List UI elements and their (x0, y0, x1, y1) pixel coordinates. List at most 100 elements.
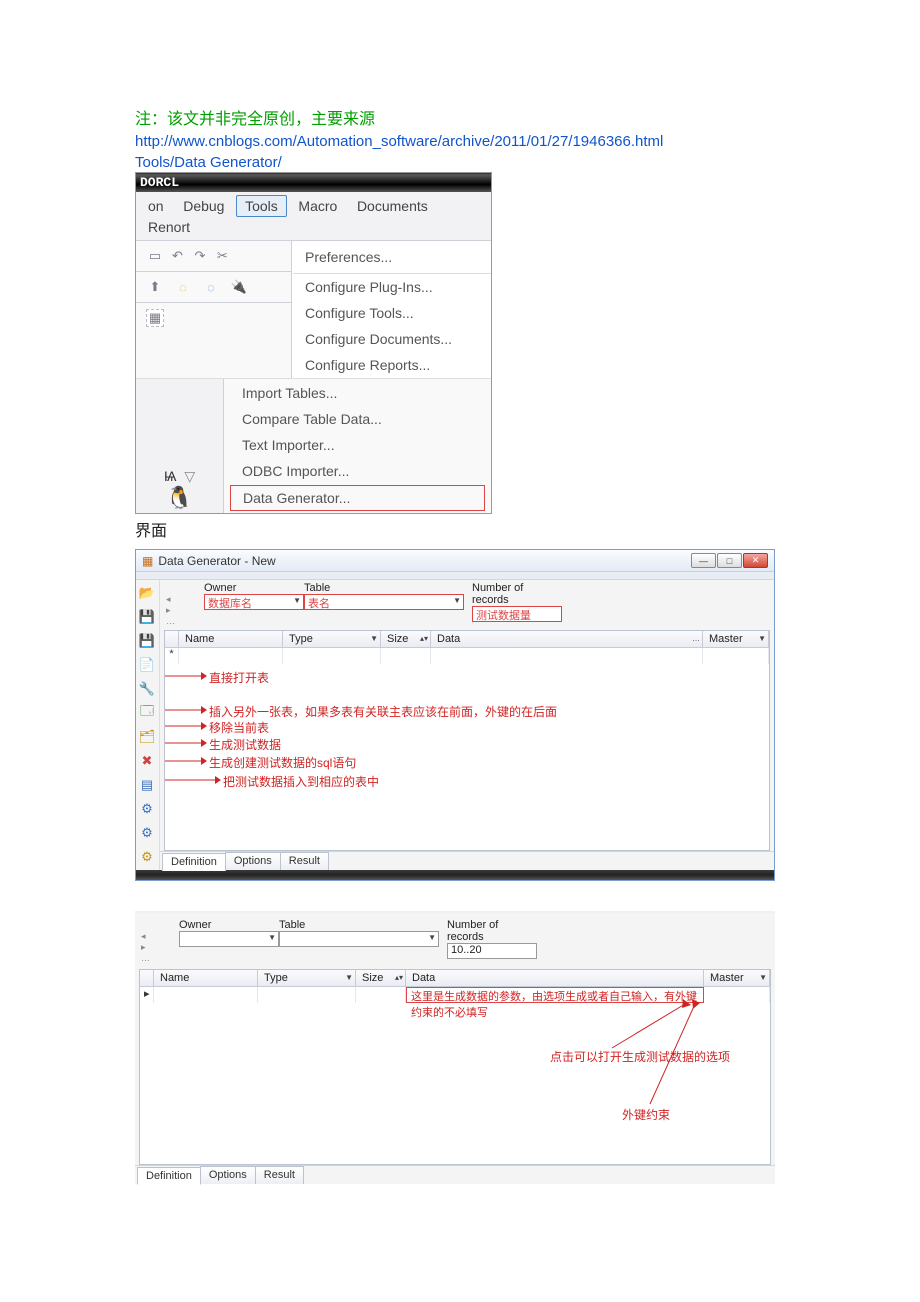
nav-left-icon[interactable]: ◂ (166, 594, 184, 605)
menu-macro[interactable]: Macro (290, 196, 345, 216)
menu-data-generator[interactable]: Data Generator... (230, 485, 485, 511)
cell-size[interactable] (381, 648, 431, 664)
tab-definition[interactable]: Definition (137, 1167, 201, 1185)
cell-data[interactable] (431, 648, 703, 664)
remove-table-icon[interactable]: ✖ (138, 752, 156, 770)
menu-configure-documents[interactable]: Configure Documents... (293, 326, 491, 352)
nav-more-icon[interactable]: … (141, 953, 159, 963)
window-title: Data Generator - New (158, 554, 686, 568)
cell-master[interactable] (704, 987, 770, 1003)
add-table-icon[interactable]: 🗂 (138, 728, 156, 746)
cell-type[interactable] (258, 987, 356, 1003)
insert-data-icon[interactable]: ⚙ (138, 824, 156, 842)
tab-options[interactable]: Options (200, 1166, 256, 1184)
close-button[interactable]: ✕ (743, 553, 768, 568)
table-select[interactable]: 表名▼ (304, 594, 464, 610)
annot-generate-sql: 生成创建测试数据的sql语句 (209, 754, 356, 771)
data-generator-window: ▦ Data Generator - New — □ ✕ 📂 💾 💾 📄 🔧 🗔… (135, 549, 775, 881)
menu-compare-table-data[interactable]: Compare Table Data... (230, 407, 485, 431)
qq-penguin-icon: 🐧 (166, 485, 193, 511)
menu-report[interactable]: Renort (140, 217, 198, 237)
col-size: Size▴▾ (356, 970, 406, 986)
status-bar (136, 870, 774, 880)
tab-definition[interactable]: Definition (162, 853, 226, 871)
nav-right-icon[interactable]: ▸ (166, 605, 184, 616)
num-records-label: Number of records (472, 582, 562, 606)
new-file-icon[interactable]: ▭ (146, 247, 164, 265)
filter-icon[interactable]: ▽ (184, 468, 195, 485)
tools-dropdown: Preferences... Configure Plug-Ins... Con… (292, 241, 491, 378)
redo-icon[interactable]: ↷ (191, 247, 209, 265)
document-icon[interactable]: 📄 (138, 656, 156, 674)
minimize-button[interactable]: — (691, 553, 716, 568)
wrench-icon[interactable]: 🔧 (138, 680, 156, 698)
tab-result[interactable]: Result (280, 852, 329, 870)
save-icon[interactable]: 💾 (138, 608, 156, 626)
run-icon[interactable]: ⚙ (138, 848, 156, 866)
maximize-button[interactable]: □ (717, 553, 742, 568)
sql-icon[interactable]: ◌ (202, 278, 220, 296)
nav-left-icon[interactable]: ◂ (141, 931, 159, 942)
interface-label: 界面 (135, 517, 785, 541)
columns-grid[interactable]: Name Type▼ Size▴▾ Data Master▼ ▸ 这里是生成数据… (139, 969, 771, 1165)
columns-grid[interactable]: Name Type▼ Size▴▾ Data… Master▼ * (164, 630, 770, 851)
menu-debug[interactable]: Debug (175, 196, 232, 216)
menu-odbc-importer[interactable]: ODBC Importer... (230, 459, 485, 483)
menu-documents[interactable]: Documents (349, 196, 436, 216)
annot-insert-table: 插入另外一张表，如果多表有关联主表应该在前面，外键的在后面 (209, 703, 557, 720)
chevron-down-icon: ▼ (293, 596, 301, 605)
open-icon[interactable]: 📂 (138, 584, 156, 602)
plug-icon[interactable]: 🔌 (230, 278, 248, 296)
cut-icon[interactable]: ✂ (213, 247, 231, 265)
nav-more-icon[interactable]: … (166, 616, 184, 626)
num-records-input[interactable]: 10..20 (447, 943, 537, 959)
selector-row: ◂ ▸ … Owner 数据库名▼ Table 表名▼ (160, 580, 774, 628)
cell-type[interactable] (283, 648, 381, 664)
col-type: Type▼ (283, 631, 381, 647)
row-marker (165, 631, 179, 647)
menu-import-tables[interactable]: Import Tables... (230, 381, 485, 405)
search-icon[interactable]: Ѩ (164, 468, 177, 485)
toolbar-left: ▭ ↶ ↷ ✂ ⬆ ◌ ◌ 🔌 ▦ (136, 241, 292, 378)
owner-select[interactable]: ▼ (179, 931, 279, 947)
menu-bar[interactable]: on Debug Tools Macro Documents Renort (136, 192, 491, 241)
export-icon[interactable]: ⬆ (146, 278, 164, 296)
cell-name[interactable] (179, 648, 283, 664)
menu-configure-reports[interactable]: Configure Reports... (293, 352, 491, 378)
sidebar-toolbar: 📂 💾 💾 📄 🔧 🗔 🗂 ✖ ▤ ⚙ ⚙ ⚙ (136, 580, 160, 870)
col-name: Name (179, 631, 283, 647)
grid-header: Name Type▼ Size▴▾ Data Master▼ (140, 970, 770, 987)
tab-result[interactable]: Result (255, 1166, 304, 1184)
menu-configure-tools[interactable]: Configure Tools... (293, 300, 491, 326)
menu-tools[interactable]: Tools (236, 195, 287, 217)
tab-bar: Definition Options Result (160, 851, 774, 870)
grid-header: Name Type▼ Size▴▾ Data… Master▼ (165, 631, 769, 648)
menu-on[interactable]: on (140, 196, 172, 216)
owner-select[interactable]: 数据库名▼ (204, 594, 304, 610)
open-table-icon[interactable]: 🗔 (138, 704, 156, 722)
cell-data[interactable]: 这里是生成数据的参数，由选项生成或者自己输入，有外键约束的不必填写 (406, 987, 704, 1003)
undo-icon[interactable]: ↶ (168, 247, 186, 265)
cell-master[interactable] (703, 648, 769, 664)
menu-text-importer[interactable]: Text Importer... (230, 433, 485, 457)
menu-path: Tools/Data Generator/ (135, 154, 785, 171)
table-select[interactable]: ▼ (279, 931, 439, 947)
save-as-icon[interactable]: 💾 (138, 632, 156, 650)
menu-configure-plugins[interactable]: Configure Plug-Ins... (293, 274, 491, 300)
menu-preferences[interactable]: Preferences... (293, 241, 491, 274)
num-records-input[interactable]: 测试数据量 (472, 606, 562, 622)
nav-right-icon[interactable]: ▸ (141, 942, 159, 953)
generate-sql-icon[interactable]: ⚙ (138, 800, 156, 818)
cell-size[interactable] (356, 987, 406, 1003)
db-icon[interactable]: ◌ (174, 278, 192, 296)
source-url[interactable]: http://www.cnblogs.com/Automation_softwa… (135, 133, 785, 150)
tab-options[interactable]: Options (225, 852, 281, 870)
cell-name[interactable] (154, 987, 258, 1003)
app-icon: ▦ (142, 554, 153, 568)
owner-label: Owner (204, 582, 304, 594)
generate-data-icon[interactable]: ▤ (138, 776, 156, 794)
selector-row: ◂ ▸ … Owner ▼ Table ▼ Number of records … (135, 913, 775, 967)
col-name: Name (154, 970, 258, 986)
col-data: Data (406, 970, 704, 986)
palette-icon[interactable]: ▦ (146, 309, 164, 327)
